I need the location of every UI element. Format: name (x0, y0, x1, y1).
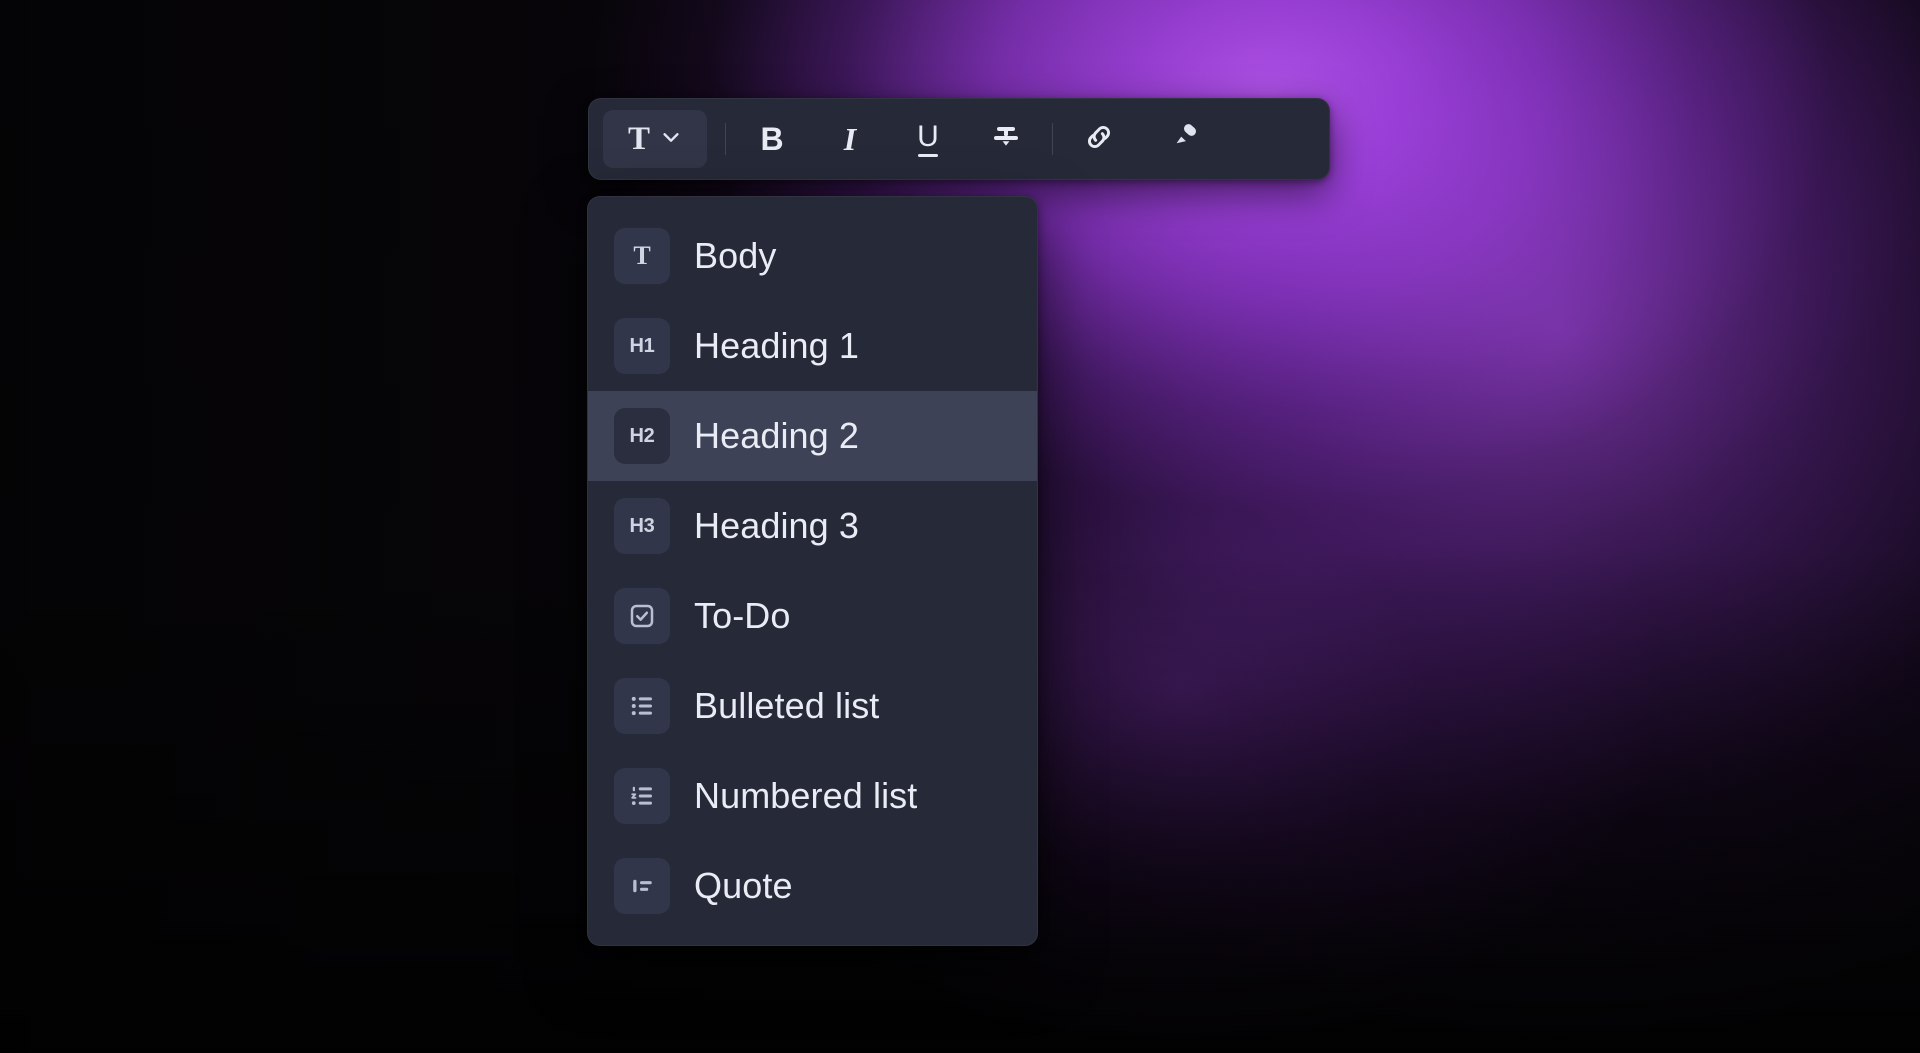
menu-item-label: Heading 3 (694, 505, 860, 546)
menu-item-label: Heading 2 (694, 415, 860, 456)
menu-item-label: Body (694, 235, 777, 276)
checkbox-icon (614, 588, 670, 644)
menu-item-heading-2[interactable]: H2 Heading 2 (588, 391, 1037, 481)
menu-item-label: Numbered list (694, 775, 918, 816)
toolbar-separator-2 (1052, 123, 1053, 155)
underline-button[interactable]: U (900, 111, 956, 167)
link-button[interactable] (1071, 111, 1127, 167)
heading-1-icon: H1 (614, 318, 670, 374)
menu-item-heading-3[interactable]: H3 Heading 3 (588, 481, 1037, 571)
text-style-selector-button[interactable]: T (603, 110, 707, 168)
menu-item-quote[interactable]: Quote (588, 841, 1037, 931)
menu-item-label: Bulleted list (694, 685, 880, 726)
text-body-icon: T (614, 228, 670, 284)
heading-3-icon: H3 (614, 498, 670, 554)
heading-2-icon: H2 (614, 408, 670, 464)
underline-icon: U (917, 121, 939, 157)
bold-button[interactable]: B (744, 111, 800, 167)
menu-item-label: Quote (694, 865, 793, 906)
quote-icon (614, 858, 670, 914)
strikethrough-button[interactable] (978, 111, 1034, 167)
menu-item-body[interactable]: T Body (588, 211, 1037, 301)
highlighter-icon (1168, 120, 1202, 159)
italic-button[interactable]: I (822, 111, 878, 167)
menu-item-numbered-list[interactable]: Numbered list (588, 751, 1037, 841)
menu-item-label: To-Do (694, 595, 791, 636)
text-style-T-icon: T (627, 120, 650, 157)
text-format-toolbar: T B I U (588, 98, 1330, 180)
italic-icon: I (843, 121, 857, 157)
menu-item-label: Heading 1 (694, 325, 860, 366)
bold-icon: B (760, 121, 784, 157)
bulleted-list-icon (614, 678, 670, 734)
link-icon (1083, 121, 1115, 158)
menu-item-heading-1[interactable]: H1 Heading 1 (588, 301, 1037, 391)
toolbar-separator-1 (725, 123, 726, 155)
text-style-dropdown: T Body H1 Heading 1 H2 Heading 2 H3 Head… (587, 196, 1038, 946)
highlight-button[interactable] (1157, 111, 1213, 167)
chevron-down-icon (660, 126, 682, 153)
menu-item-bulleted-list[interactable]: Bulleted list (588, 661, 1037, 751)
numbered-list-icon (614, 768, 670, 824)
menu-item-to-do[interactable]: To-Do (588, 571, 1037, 661)
strikethrough-icon (989, 120, 1023, 159)
